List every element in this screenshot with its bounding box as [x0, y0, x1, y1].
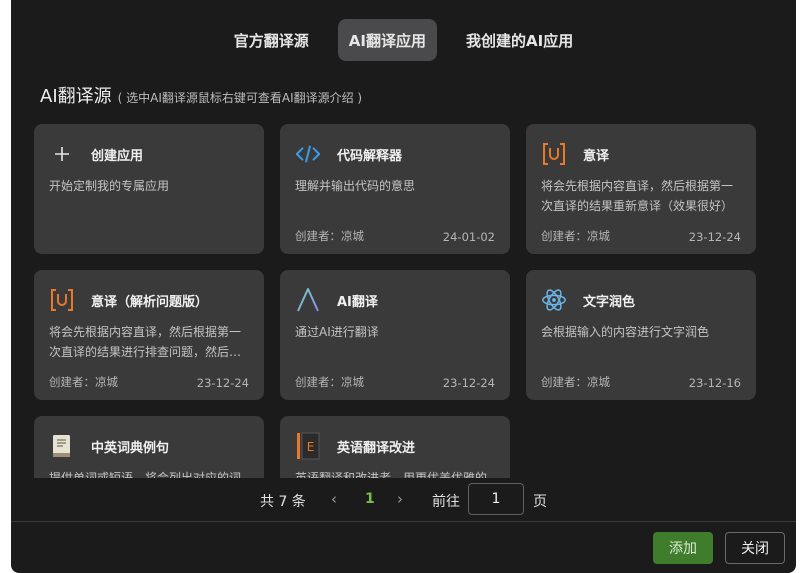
card-date: 24-01-02 [442, 230, 495, 244]
card-title: AI翻译 [337, 295, 378, 310]
card-desc: 将会先根据内容直译，然后根据第一次直译的结果重新意译（效果很好） [541, 179, 734, 213]
ai-translation-dialog: 官方翻译源 AI翻译应用 我创建的AI应用 AI翻译源 ( 选中AI翻译源鼠标右… [11, 0, 796, 573]
card-free-translation-debug[interactable]: 意译（解析问题版） 将会先根据内容直译，然后根据第一次直译的结果进行排查问题，然… [34, 270, 264, 400]
card-free-translation[interactable]: 意译 将会先根据内容直译，然后根据第一次直译的结果重新意译（效果很好） 创建者：… [526, 124, 756, 254]
plus-icon [49, 141, 75, 167]
next-page-button[interactable]: › [397, 490, 403, 508]
card-date: 23-12-24 [196, 376, 249, 390]
prev-page-button[interactable]: ‹ [331, 490, 337, 508]
u-bracket-icon [49, 287, 75, 313]
close-button[interactable]: 关闭 [725, 532, 785, 564]
code-icon [295, 141, 321, 167]
card-title: 中英词典例句 [91, 441, 170, 456]
tab-ai-translation-apps[interactable]: AI翻译应用 [337, 19, 437, 61]
lambda-icon [295, 287, 321, 313]
page-jump-input[interactable] [468, 483, 524, 515]
card-date: 23-12-16 [688, 376, 741, 390]
card-title: 代码解释器 [337, 149, 403, 164]
card-creator: 创建者：凉城 [295, 375, 364, 389]
card-date: 23-12-24 [442, 376, 495, 390]
tab-my-ai-apps[interactable]: 我创建的AI应用 [455, 19, 584, 61]
card-title: 英语翻译改进 [337, 441, 416, 456]
card-create-app[interactable]: 创建应用 开始定制我的专属应用 [34, 124, 264, 254]
card-title: 文字润色 [583, 295, 636, 310]
card-desc: 开始定制我的专属应用 [49, 179, 170, 193]
e-book-icon: E [295, 432, 321, 460]
pagination: 共 7 条 ‹ 1 › 前往 页 [11, 483, 796, 517]
card-date: 23-12-24 [688, 230, 741, 244]
app-card-grid[interactable]: 创建应用 开始定制我的专属应用 代码解释器 理解并输出代码的意思 创建者：凉城 … [34, 124, 774, 478]
card-title: 意译（解析问题版） [91, 295, 209, 310]
tab-bar: 官方翻译源 AI翻译应用 我创建的AI应用 [11, 19, 796, 61]
add-button[interactable]: 添加 [653, 532, 713, 564]
card-text-polish[interactable]: 文字润色 会根据输入的内容进行文字润色 创建者：凉城 23-12-16 [526, 270, 756, 400]
page-unit-label: 页 [533, 494, 547, 510]
card-desc: 提供单词或短语，将会列出对应的词典例句 [49, 471, 242, 478]
card-code-interpreter[interactable]: 代码解释器 理解并输出代码的意思 创建者：凉城 24-01-02 [280, 124, 510, 254]
card-title: 意译 [583, 149, 610, 164]
goto-label: 前往 [432, 494, 460, 510]
u-bracket-icon [541, 141, 567, 167]
card-english-improve[interactable]: E 英语翻译改进 英语翻译和改进者，用更优美优雅的词汇替换 [280, 416, 510, 478]
card-creator: 创建者：凉城 [541, 229, 610, 243]
dialog-footer: 添加 关闭 [11, 521, 796, 573]
pagination-total: 共 7 条 [260, 494, 306, 510]
card-desc: 会根据输入的内容进行文字润色 [541, 325, 710, 339]
card-ai-translate[interactable]: AI翻译 通过AI进行翻译 创建者：凉城 23-12-24 [280, 270, 510, 400]
section-hint: ( 选中AI翻译源鼠标右键可查看AI翻译源介绍 ) [117, 91, 363, 105]
card-title: 创建应用 [91, 149, 144, 164]
svg-text:E: E [307, 440, 315, 454]
card-creator: 创建者：凉城 [541, 375, 610, 389]
card-desc: 将会先根据内容直译，然后根据第一次直译的结果进行排查问题，然后再进行意译 [49, 325, 242, 359]
atom-icon [541, 287, 567, 313]
page-number-current[interactable]: 1 [365, 491, 375, 507]
card-creator: 创建者：凉城 [295, 229, 364, 243]
book-icon [49, 433, 75, 459]
card-desc: 理解并输出代码的意思 [295, 179, 416, 193]
card-creator: 创建者：凉城 [49, 375, 118, 389]
card-desc: 通过AI进行翻译 [295, 325, 379, 339]
section-title: AI翻译源 [40, 86, 112, 107]
tab-official-sources[interactable]: 官方翻译源 [223, 19, 320, 61]
section-header: AI翻译源 ( 选中AI翻译源鼠标右键可查看AI翻译源介绍 ) [40, 82, 362, 108]
card-desc: 英语翻译和改进者，用更优美优雅的词汇替换 [295, 471, 488, 478]
card-dictionary-examples[interactable]: 中英词典例句 提供单词或短语，将会列出对应的词典例句 [34, 416, 264, 478]
